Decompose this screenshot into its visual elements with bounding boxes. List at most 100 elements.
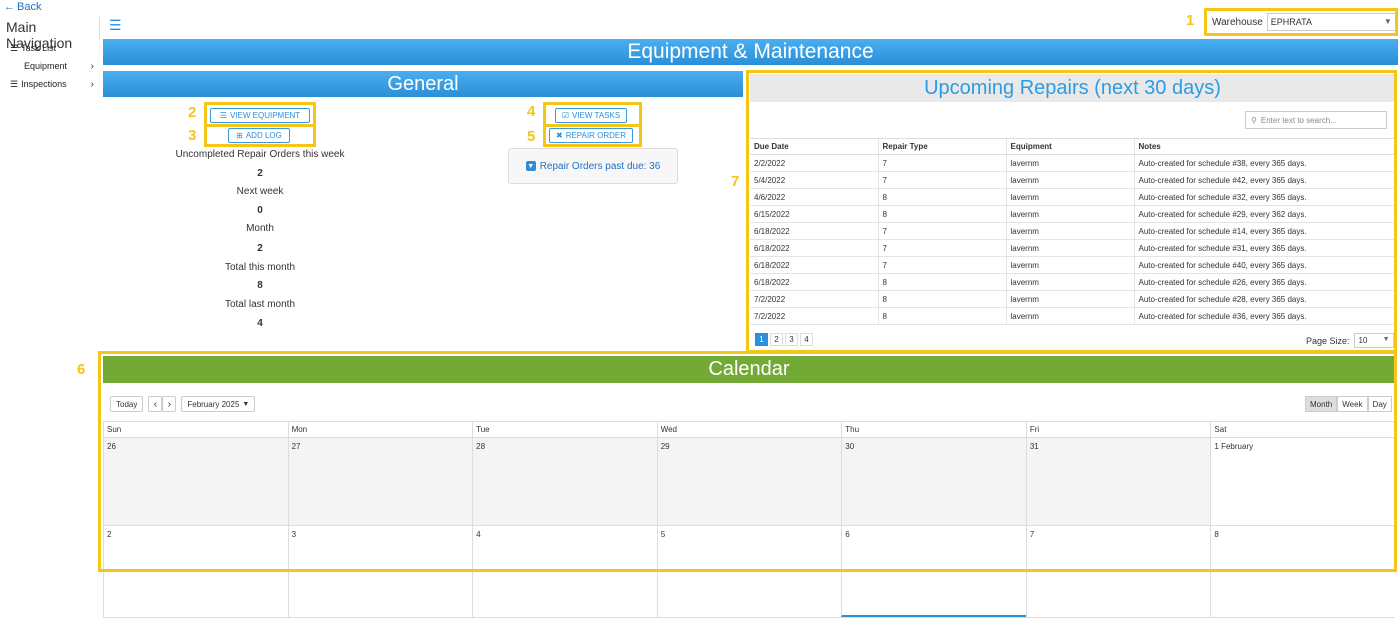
table-cell: Auto-created for schedule #42, every 365… <box>1133 171 1395 189</box>
day-header: Tue <box>472 422 657 438</box>
table-row[interactable]: 5/4/2022 7 lavernm Auto-created for schedul… <box>750 171 1395 189</box>
calendar-day-cell[interactable]: 2 <box>103 526 288 569</box>
table-cell: 7 <box>877 239 1006 257</box>
back-link[interactable]: ← Back <box>4 1 41 13</box>
day-header: Thu <box>841 422 1026 438</box>
calendar-day-cell[interactable]: 27 <box>287 438 473 525</box>
chevron-down-icon: ▼ <box>1382 336 1390 343</box>
calendar-day-cell[interactable]: 4 <box>472 526 657 569</box>
today-button[interactable]: Today <box>110 396 144 412</box>
calendar-day-cell[interactable] <box>1025 570 1211 617</box>
table-cell: 6/15/2022 <box>750 205 878 223</box>
calendar-day-cell[interactable] <box>103 570 288 617</box>
page-button[interactable]: 4 <box>800 333 813 346</box>
list-icon: ☰ <box>219 111 227 120</box>
repair-order-button[interactable]: ✖ REPAIR ORDER <box>549 128 633 143</box>
sidebar-item-inspections[interactable]: ☰ Inspections › <box>4 75 100 93</box>
table-row[interactable]: 6/15/2022 8 lavernm Auto-created for schedu… <box>750 205 1395 223</box>
calendar-day-cell[interactable] <box>287 570 473 617</box>
column-header[interactable]: Equipment <box>1005 138 1134 155</box>
view-tasks-button[interactable]: ☑ VIEW TASKS <box>555 108 627 123</box>
table-cell: 2/2/2022 <box>750 154 878 172</box>
table-cell: Auto-created for schedule #26, every 365… <box>1133 273 1395 291</box>
table-cell: 8 <box>877 307 1006 325</box>
calendar-day-cell[interactable]: 8 <box>1210 526 1395 569</box>
warehouse-select[interactable]: EPHRATA ▼ <box>1266 13 1397 31</box>
calendar-day-cell[interactable]: 29 <box>656 438 842 525</box>
view-month-button[interactable]: Month <box>1305 396 1338 412</box>
callout-number: 3 <box>188 127 197 144</box>
table-row[interactable]: 4/6/2022 8 lavernm Auto-created for schedul… <box>750 188 1395 206</box>
table-cell: Auto-created for schedule #36, every 365… <box>1133 307 1395 325</box>
menu-toggle-icon[interactable]: ☰ <box>109 17 122 34</box>
sidebar-item-task-list[interactable]: ☰ Task List <box>4 39 100 57</box>
chevron-right-icon[interactable]: › <box>162 396 177 412</box>
button-label: VIEW EQUIPMENT <box>229 111 301 120</box>
back-label: Back <box>17 1 42 13</box>
calendar-day-cell[interactable]: 3 <box>287 526 473 569</box>
sidebar-item-equipment[interactable]: Equipment › <box>4 57 100 75</box>
page-button[interactable]: 3 <box>785 333 798 346</box>
table-cell: 7 <box>877 256 1006 274</box>
calendar-day-cell[interactable] <box>1210 570 1395 617</box>
past-due-panel[interactable]: ▼ Repair Orders past due: 36 <box>508 148 678 184</box>
page-button[interactable]: 1 <box>755 333 768 346</box>
callout-number: 5 <box>527 128 536 145</box>
table-cell: lavernm <box>1005 256 1134 274</box>
stat-label: Uncompleted Repair Orders this week <box>175 149 345 160</box>
month-picker[interactable]: February 2025 ▼ <box>181 396 256 412</box>
table-row[interactable]: 7/2/2022 8 lavernm Auto-created for schedul… <box>750 307 1395 325</box>
table-cell: lavernm <box>1005 239 1134 257</box>
calendar-day-cell[interactable] <box>656 570 842 617</box>
table-cell: 8 <box>877 188 1006 206</box>
page-size-label: Page Size: <box>1306 335 1350 346</box>
page-size-select[interactable]: 10 ▼ <box>1353 333 1394 348</box>
table-cell: lavernm <box>1005 171 1134 189</box>
table-cell: 7/2/2022 <box>750 290 878 308</box>
add-log-button[interactable]: ⊞ ADD LOG <box>228 128 290 143</box>
calendar-title: Calendar <box>103 356 1395 383</box>
calendar-day-cell[interactable]: 28 <box>472 438 657 525</box>
table-cell: Auto-created for schedule #29, every 362… <box>1133 205 1395 223</box>
table-cell: Auto-created for schedule #31, every 365… <box>1133 239 1395 257</box>
view-day-button[interactable]: Day <box>1367 396 1392 412</box>
callout-number: 7 <box>731 173 740 190</box>
chevron-left-icon[interactable]: ‹ <box>148 396 163 412</box>
view-week-button[interactable]: Week <box>1337 396 1368 412</box>
table-cell: Auto-created for schedule #38, every 365… <box>1133 154 1395 172</box>
column-header[interactable]: Notes <box>1133 138 1395 155</box>
stat-value: 4 <box>257 318 263 329</box>
calendar-day-cell[interactable] <box>841 570 1026 617</box>
search-input[interactable]: ⚲ Enter text to search... <box>1245 111 1387 129</box>
page-button[interactable]: 2 <box>770 333 783 346</box>
table-cell: 6/18/2022 <box>750 222 878 240</box>
calendar-day-cell[interactable]: 7 <box>1025 526 1211 569</box>
table-cell: lavernm <box>1005 188 1134 206</box>
table-row[interactable]: 7/2/2022 8 lavernm Auto-created for schedul… <box>750 290 1395 308</box>
table-cell: lavernm <box>1005 154 1134 172</box>
table-row[interactable]: 6/18/2022 8 lavernm Auto-created for schedu… <box>750 273 1395 291</box>
table-cell: 4/6/2022 <box>750 188 878 206</box>
calendar-day-cell[interactable]: 31 <box>1025 438 1211 525</box>
calendar-day-cell[interactable]: 1 February <box>1210 438 1395 525</box>
calendar-day-cell[interactable]: 6 <box>841 526 1026 569</box>
calendar-day-cell[interactable] <box>472 570 657 617</box>
stat-value: 2 <box>257 168 263 179</box>
table-row[interactable]: 6/18/2022 7 lavernm Auto-created for schedu… <box>750 239 1395 257</box>
calendar-day-cell[interactable]: 30 <box>841 438 1026 525</box>
table-cell: 8 <box>877 273 1006 291</box>
stat-label: Next week <box>236 186 284 197</box>
table-row[interactable]: 6/18/2022 7 lavernm Auto-created for schedu… <box>750 256 1395 274</box>
table-row[interactable]: 2/2/2022 7 lavernm Auto-created for schedul… <box>750 154 1395 172</box>
page-title: Equipment & Maintenance <box>103 39 1398 65</box>
warehouse-label: Warehouse <box>1212 16 1263 28</box>
column-header[interactable]: Repair Type <box>877 138 1006 155</box>
table-row[interactable]: 6/18/2022 7 lavernm Auto-created for schedu… <box>750 222 1395 240</box>
table-cell: Auto-created for schedule #40, every 365… <box>1133 256 1395 274</box>
stat-value: 2 <box>257 243 263 254</box>
view-equipment-button[interactable]: ☰ VIEW EQUIPMENT <box>210 108 310 123</box>
table-cell: 7/2/2022 <box>750 307 878 325</box>
calendar-day-cell[interactable]: 26 <box>103 438 288 525</box>
column-header[interactable]: Due Date <box>750 138 878 155</box>
calendar-day-cell[interactable]: 5 <box>656 526 842 569</box>
